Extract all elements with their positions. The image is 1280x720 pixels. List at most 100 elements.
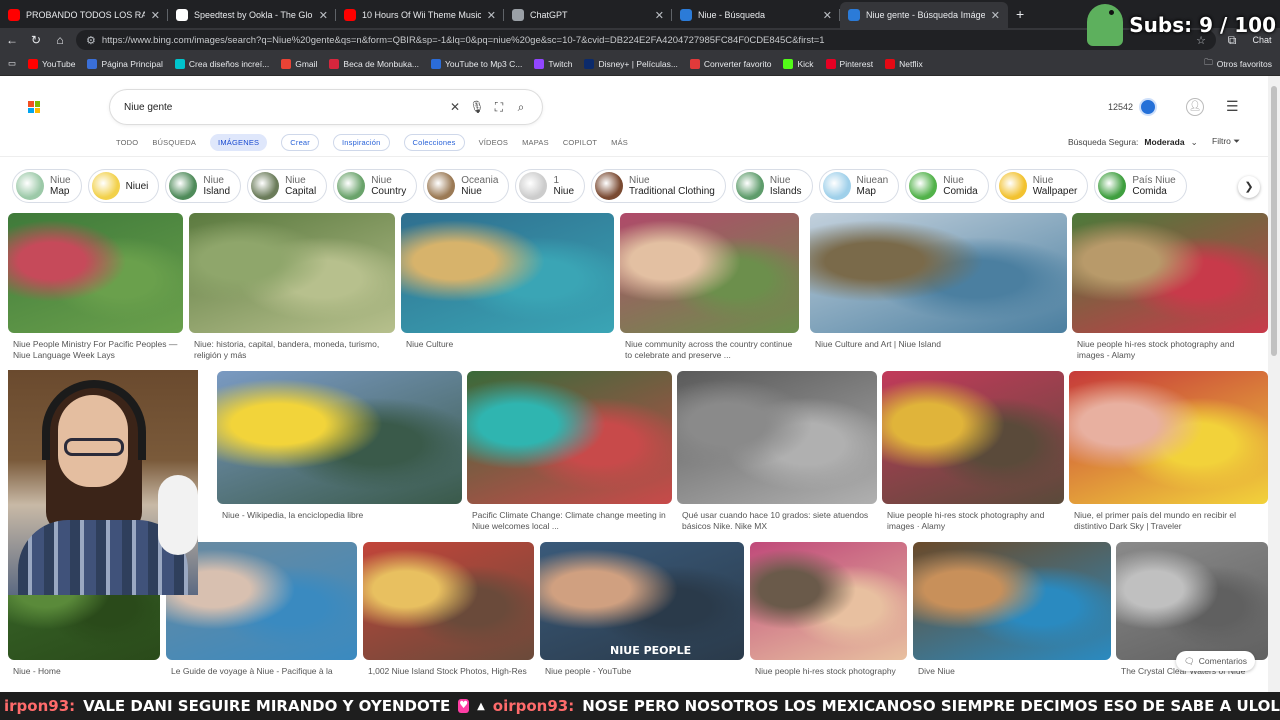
chip-label-line2[interactable]: Capital	[285, 186, 316, 197]
bookmark-label[interactable]: Converter favorito	[704, 59, 772, 69]
search-box[interactable]: ✕ 🎙︎ ⛶ ⌕	[110, 90, 542, 124]
scope-label[interactable]: BÚSQUEDA	[152, 138, 196, 147]
bookmark-label[interactable]: YouTube to Mp3 C...	[445, 59, 522, 69]
scope-tab[interactable]: COPILOT	[563, 138, 597, 147]
bookmark-label[interactable]: Kick	[797, 59, 813, 69]
scrollbar-thumb[interactable]	[1271, 86, 1277, 356]
image-result-caption[interactable]: Niue, el primer país del mundo en recibi…	[1074, 510, 1263, 532]
chip-label-line2[interactable]: Comida	[1132, 186, 1175, 197]
chip-label-line1[interactable]: Niue	[770, 175, 802, 186]
image-result[interactable]	[620, 213, 799, 333]
rewards-area[interactable]: 12542	[1108, 98, 1158, 116]
image-result[interactable]	[1069, 371, 1268, 504]
other-bookmarks[interactable]: 🗀︎ Otros favoritos	[1204, 57, 1272, 71]
other-bookmarks-label[interactable]: Otros favoritos	[1217, 59, 1272, 69]
chip-label-line2[interactable]: Traditional Clothing	[629, 186, 715, 197]
browser-tab[interactable]: Speedtest by Ookla - The Global B ✕	[168, 2, 336, 28]
image-result-caption[interactable]: Pacific Climate Change: Climate change m…	[472, 510, 667, 532]
related-search-chip[interactable]: Niuei	[87, 169, 160, 203]
chip-label-line1[interactable]: Niue	[629, 175, 715, 186]
microphone-icon[interactable]: 🎙︎	[466, 100, 488, 114]
scope-tab[interactable]: MÁS	[611, 138, 628, 147]
microsoft-logo-icon[interactable]	[28, 101, 40, 113]
close-tab-icon[interactable]: ✕	[823, 9, 832, 22]
scope-tab[interactable]: Crear	[281, 133, 320, 151]
scope-tab[interactable]: TODO	[116, 138, 138, 147]
scope-label[interactable]: MAPAS	[522, 138, 549, 147]
related-search-chip[interactable]: País Niue Comida	[1094, 169, 1187, 203]
chip-label-line1[interactable]: Niue	[203, 175, 230, 186]
bookmark-label[interactable]: Página Principal	[101, 59, 162, 69]
chip-label[interactable]: 1 Niue	[553, 175, 574, 197]
browser-tab[interactable]: 10 Hours Of Wii Theme Music ✕	[336, 2, 504, 28]
browser-tab[interactable]: Niue - Búsqueda ✕	[672, 2, 840, 28]
scope-label[interactable]: VÍDEOS	[479, 138, 509, 147]
bookmark-item[interactable]: Gmail	[281, 58, 317, 69]
feedback-button[interactable]: 🗨︎ Comentarios	[1176, 651, 1255, 671]
related-search-chip[interactable]: Oceania Niue	[423, 169, 510, 203]
image-result-caption[interactable]: Niue people hi-res stock photography	[755, 666, 902, 678]
image-result[interactable]	[913, 542, 1111, 660]
chip-label-line1[interactable]: País Niue	[1132, 175, 1175, 186]
chip-label-line2[interactable]: Map	[50, 186, 71, 197]
image-result-caption[interactable]: Niue Culture	[406, 339, 609, 361]
filter-button[interactable]: Filtro ⏷	[1212, 136, 1240, 147]
chip-label-line1[interactable]: Niuean	[857, 175, 889, 186]
scope-label[interactable]: COPILOT	[563, 138, 597, 147]
tab-title[interactable]: ChatGPT	[530, 10, 649, 20]
feedback-label[interactable]: Comentarios	[1199, 656, 1247, 666]
chevron-down-icon[interactable]: ⌄	[1191, 137, 1198, 148]
chips-next-arrow-icon[interactable]: ❯	[1238, 176, 1260, 198]
clear-icon[interactable]: ✕	[444, 100, 466, 114]
scope-tab[interactable]: BÚSQUEDA	[152, 138, 196, 147]
tab-title[interactable]: PROBANDO TODOS LOS RAMEN	[26, 10, 145, 20]
browser-tab[interactable]: ChatGPT ✕	[504, 2, 672, 28]
image-result[interactable]	[401, 213, 614, 333]
image-result[interactable]	[677, 371, 877, 504]
rewards-points[interactable]: 12542	[1108, 102, 1133, 112]
safe-search-value[interactable]: Moderada	[1144, 137, 1184, 148]
search-input[interactable]	[124, 101, 444, 113]
browser-tab[interactable]: Niue gente - Búsqueda Imágenes ✕	[840, 2, 1008, 28]
chip-label-line1[interactable]: Niue	[371, 175, 406, 186]
scope-label[interactable]: Colecciones	[413, 138, 456, 147]
scope-tab[interactable]: IMÁGENES	[210, 133, 268, 151]
new-tab-icon[interactable]: +	[1008, 6, 1032, 28]
chip-label-line2[interactable]: Comida	[943, 186, 977, 197]
image-result[interactable]	[8, 213, 183, 333]
chip-label-line2[interactable]: Islands	[770, 186, 802, 197]
bookmark-item[interactable]: Pinterest	[825, 58, 873, 69]
url-field[interactable]: ⚙ https://www.bing.com/images/search?q=N…	[76, 30, 1216, 50]
image-result-caption[interactable]: Le Guide de voyage à Niue - Pacifique à …	[171, 666, 352, 678]
apps-icon[interactable]: ▭	[8, 58, 16, 69]
scope-label[interactable]: IMÁGENES	[218, 138, 259, 147]
chip-label-line1[interactable]: Niue	[285, 175, 316, 186]
scope-tab[interactable]: MAPAS	[522, 138, 549, 147]
image-result-caption[interactable]: Niue Culture and Art | Niue Island	[815, 339, 1062, 361]
chip-label-line2[interactable]: Niue	[553, 186, 574, 197]
chip-label-line1[interactable]: Niue	[1033, 175, 1078, 186]
image-result[interactable]	[882, 371, 1064, 504]
scope-tab[interactable]: Colecciones	[403, 133, 465, 151]
image-result-caption[interactable]: Qué usar cuando hace 10 grados: siete at…	[682, 510, 872, 532]
chip-label[interactable]: Oceania Niue	[461, 175, 498, 197]
tab-title[interactable]: 10 Hours Of Wii Theme Music	[362, 10, 481, 20]
close-tab-icon[interactable]: ✕	[319, 9, 328, 22]
chip-label[interactable]: País Niue Comida	[1132, 175, 1175, 197]
chip-label-line2[interactable]: Niuei	[126, 181, 149, 192]
chip-label-line1[interactable]: Niue	[50, 175, 71, 186]
chip-label-line1[interactable]: 1	[553, 175, 574, 186]
chip-label-line2[interactable]: Country	[371, 186, 406, 197]
bookmark-label[interactable]: Beca de Monbuka...	[343, 59, 419, 69]
chip-label[interactable]: Niue Comida	[943, 175, 977, 197]
chip-label[interactable]: Niue Wallpaper	[1033, 175, 1078, 197]
chip-label[interactable]: Niue Map	[50, 175, 71, 197]
bookmark-label[interactable]: Gmail	[295, 59, 317, 69]
image-result[interactable]: NIUE PEOPLE	[540, 542, 744, 660]
rewards-medal-icon[interactable]	[1139, 98, 1158, 116]
bookmark-label[interactable]: Netflix	[899, 59, 923, 69]
related-search-chip[interactable]: Niue Map	[12, 169, 82, 203]
scope-label[interactable]: Crear	[290, 138, 310, 147]
visual-search-icon[interactable]: ⛶	[488, 100, 510, 115]
close-tab-icon[interactable]: ✕	[487, 9, 496, 22]
